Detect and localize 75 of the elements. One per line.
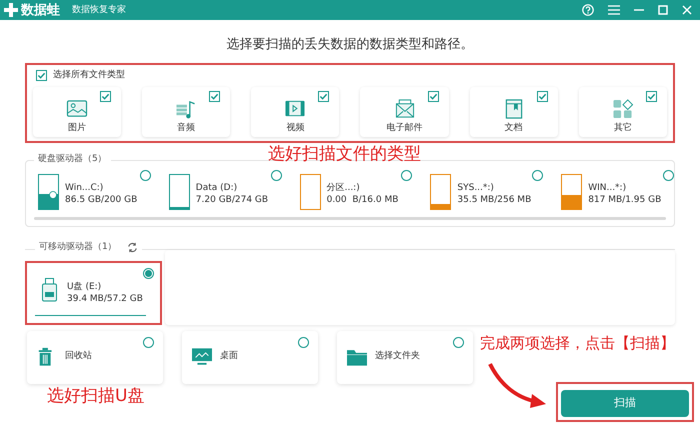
radio-button[interactable] xyxy=(143,336,154,348)
drive-usage: 39.4 MB/57.2 GB xyxy=(67,292,143,304)
radio-button[interactable] xyxy=(532,170,544,180)
drive-name: WIN...*:) xyxy=(588,182,628,194)
annotation-arrow xyxy=(486,360,548,410)
app-name: 数据蛙 xyxy=(21,4,60,16)
file-type-card[interactable]: 音频 xyxy=(142,86,230,136)
folder-icon xyxy=(347,347,367,367)
drive-name: Win...C:) xyxy=(65,182,104,194)
checkbox[interactable] xyxy=(536,90,548,102)
radio-button[interactable] xyxy=(298,336,309,348)
location-card[interactable]: 桌面 xyxy=(182,330,318,384)
radio-button[interactable] xyxy=(143,268,154,278)
monitor-icon xyxy=(192,347,212,367)
close-icon[interactable] xyxy=(682,5,692,15)
menu-icon[interactable] xyxy=(608,5,620,15)
file-type-card[interactable]: 图片 xyxy=(33,86,122,136)
location-card[interactable]: 选择文件夹 xyxy=(337,330,473,384)
envelope-icon xyxy=(394,98,416,118)
section-title: 可移动驱动器（1） xyxy=(39,240,117,254)
drive-card[interactable]: U盘 (E:) 39.4 MB/57.2 GB xyxy=(25,260,162,324)
annotation-text: 选好扫描U盘 xyxy=(47,388,144,405)
location-label: 桌面 xyxy=(220,350,238,364)
annotation-text: 选好扫描文件的类型 xyxy=(268,146,421,163)
radio-button[interactable] xyxy=(662,170,674,180)
radio-button[interactable] xyxy=(401,170,412,180)
drive-usage: 817 MB/1.95 GB xyxy=(588,194,662,206)
checkbox[interactable] xyxy=(100,90,112,102)
usb-drive-icon xyxy=(42,278,57,302)
file-type-label: 图片 xyxy=(68,122,86,134)
radio-button[interactable] xyxy=(270,170,282,180)
checkbox-label: 选择所有文件类型 xyxy=(53,69,125,82)
picture-icon xyxy=(66,98,88,118)
annotation-text: 完成两项选择，点击【扫描】 xyxy=(480,336,675,351)
film-strip-icon xyxy=(284,98,306,118)
checkbox[interactable] xyxy=(209,90,220,102)
radio-button[interactable] xyxy=(453,336,464,348)
drive-name: U盘 (E:) xyxy=(67,280,102,292)
maximize-icon[interactable] xyxy=(658,5,668,15)
refresh-icon[interactable] xyxy=(126,242,138,253)
page-heading: 选择要扫描的丢失数据的数据类型和路径。 xyxy=(226,36,474,54)
drive-item[interactable]: Data (D:) 7.20 GB/274 GB xyxy=(168,174,282,210)
drive-usage: 86.5 GB/200 GB xyxy=(65,194,138,206)
location-label: 选择文件夹 xyxy=(375,350,420,364)
location-label: 回收站 xyxy=(65,350,92,364)
drive-usage: 0.00 B/16.0 MB xyxy=(326,194,398,206)
checkbox[interactable] xyxy=(36,70,47,82)
file-type-card[interactable]: 文档 xyxy=(470,86,558,136)
file-type-label: 其它 xyxy=(614,122,632,134)
file-type-label: 视频 xyxy=(286,122,304,134)
app-subtitle: 数据恢复专家 xyxy=(72,6,126,14)
file-type-card[interactable]: 视频 xyxy=(251,86,340,136)
file-type-card[interactable]: 其它 xyxy=(578,86,667,136)
drive-usage: 7.20 GB/274 GB xyxy=(196,194,268,206)
drive-usage: 35.5 MB/256 MB xyxy=(457,194,532,206)
drive-name: Data (D:) xyxy=(196,182,238,194)
drive-item[interactable]: WIN...*:) 817 MB/1.95 GB xyxy=(561,174,674,210)
help-icon[interactable] xyxy=(582,4,594,16)
file-type-label: 音频 xyxy=(177,122,196,134)
drive-name: 分区...:) xyxy=(326,182,361,194)
drive-name: SYS...*:) xyxy=(457,182,495,194)
file-type-label: 电子邮件 xyxy=(386,122,423,134)
checkbox[interactable] xyxy=(318,90,330,102)
drive-item[interactable]: 分区...:) 0.00 B/16.0 MB xyxy=(300,174,412,210)
checkbox[interactable] xyxy=(646,90,657,102)
file-type-card[interactable]: 电子邮件 xyxy=(360,86,449,136)
logo-cross-icon xyxy=(4,3,18,17)
drive-item[interactable]: Win...C:) 86.5 GB/200 GB xyxy=(38,174,151,210)
drive-item[interactable]: SYS...*:) 35.5 MB/256 MB xyxy=(430,174,544,210)
checkbox[interactable] xyxy=(428,90,439,102)
location-card[interactable]: 回收站 xyxy=(27,330,163,384)
shapes-grid-icon xyxy=(612,98,634,118)
file-type-label: 文档 xyxy=(504,122,523,134)
music-notes-icon xyxy=(175,98,198,118)
radio-button[interactable] xyxy=(140,170,151,180)
